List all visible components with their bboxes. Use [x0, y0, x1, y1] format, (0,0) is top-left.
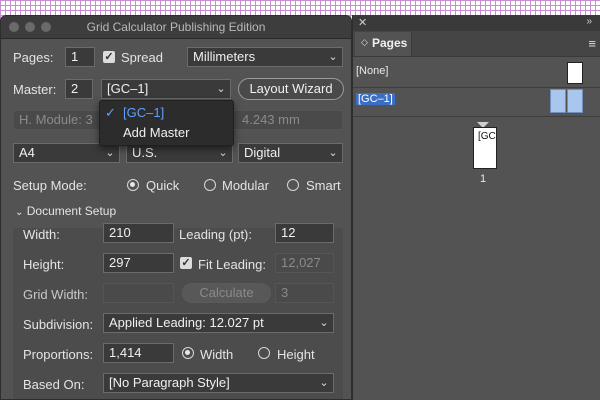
h-module-value: 4.243 mm [242, 112, 300, 127]
tab-pages[interactable]: ◇ Pages [355, 32, 412, 56]
leading-label: Leading (pt): [179, 227, 252, 242]
page-1-number: 1 [480, 173, 487, 185]
page-1-master-label: [GC [478, 131, 496, 142]
proportions-label: Proportions: [23, 347, 94, 362]
chevron-down-icon: ⌄ [218, 147, 228, 159]
calculate-value-field: 3 [275, 283, 334, 303]
collapse-panel-icon[interactable]: » [586, 16, 592, 27]
mode-quick-label: Quick [146, 178, 180, 193]
fit-leading-field: 12,027 [275, 253, 334, 273]
chevron-down-icon: ⌄ [319, 377, 329, 389]
close-panel-icon[interactable]: ✕ [358, 16, 367, 29]
master-count-field[interactable]: 2 [65, 79, 93, 99]
panel-top-bar: ✕ » [353, 15, 600, 31]
leading-field[interactable]: 12 [275, 223, 334, 243]
master-dropdown-menu: ✓ [GC–1] Add Master [99, 100, 234, 146]
masters-pages-divider [353, 116, 600, 117]
document-setup-label: Document Setup [26, 204, 117, 218]
fit-leading-label: Fit Leading: [198, 257, 266, 272]
subdivision-value: Applied Leading: 12.027 pt [109, 315, 264, 330]
mode-modular-radio[interactable] [204, 179, 216, 191]
height-field[interactable]: 297 [103, 253, 174, 273]
calculate-button[interactable]: Calculate [182, 283, 271, 303]
layout-wizard-button[interactable]: Layout Wizard [238, 78, 344, 100]
tab-pages-label: Pages [372, 36, 408, 50]
master-select-value: [GC–1] [107, 81, 149, 96]
chevron-down-icon: ⌄ [319, 317, 329, 329]
menu-item-gc-1[interactable]: ✓ [GC–1] [100, 103, 233, 123]
chevron-down-icon: ⌄ [328, 51, 338, 63]
menu-item-gc-1-label: [GC–1] [123, 105, 165, 120]
dialog-title: Grid Calculator Publishing Edition [86, 20, 266, 34]
grid-calculator-dialog: Grid Calculator Publishing Edition Pages… [0, 15, 352, 400]
master-gc-1-label[interactable]: [GC–1] [356, 93, 395, 105]
orientation-width-label: Width [200, 347, 234, 362]
master-gc-1-thumbnail-right[interactable] [567, 89, 583, 113]
width-label: Width: [23, 227, 60, 242]
output-value: Digital [244, 145, 281, 160]
subdivision-label: Subdivision: [23, 317, 94, 332]
panel-menu-icon[interactable]: ≡ [588, 36, 596, 51]
chevron-down-icon: ⌄ [105, 147, 115, 159]
h-module-text: H. Module: 3 [19, 112, 93, 127]
fit-leading-checkbox[interactable]: ✓ [180, 257, 192, 269]
region-value: U.S. [132, 145, 158, 160]
orientation-height-radio[interactable] [258, 347, 270, 359]
menu-item-add-master-label: Add Master [123, 125, 190, 140]
mode-quick-radio[interactable] [127, 179, 139, 191]
height-label: Height: [23, 257, 65, 272]
chevron-down-icon: ⌄ [216, 83, 226, 95]
units-select[interactable]: Millimeters ⌄ [187, 47, 343, 67]
units-select-value: Millimeters [193, 49, 256, 64]
grid-width-label: Grid Width: [23, 287, 89, 302]
title-bar[interactable]: Grid Calculator Publishing Edition [1, 16, 351, 39]
grid-width-field[interactable] [103, 283, 174, 303]
orientation-width-radio[interactable] [182, 347, 194, 359]
based-on-label: Based On: [23, 377, 85, 392]
based-on-select[interactable]: [No Paragraph Style] ⌄ [103, 373, 334, 393]
based-on-value: [No Paragraph Style] [109, 375, 230, 390]
pages-label: Pages: [13, 50, 54, 65]
chevron-down-icon: ⌄ [15, 207, 24, 218]
master-select[interactable]: [GC–1] ⌄ [101, 79, 231, 99]
width-field[interactable]: 210 [103, 223, 174, 243]
menu-item-add-master[interactable]: Add Master [100, 123, 233, 143]
proportions-field[interactable]: 1,414 [103, 343, 174, 363]
spread-checkbox[interactable]: ✓ [103, 51, 115, 63]
tab-toggle-icon: ◇ [361, 37, 368, 47]
paper-size-select[interactable]: A4 ⌄ [13, 143, 120, 163]
spread-label: Spread [121, 50, 163, 65]
master-divider [353, 87, 600, 88]
subdivision-select[interactable]: Applied Leading: 12.027 pt ⌄ [103, 313, 334, 333]
document-setup-toggle[interactable]: ⌄ Document Setup [15, 204, 116, 218]
mode-modular-label: Modular [222, 178, 269, 193]
page-1-thumbnail[interactable]: [GC [473, 127, 497, 169]
region-select[interactable]: U.S. ⌄ [126, 143, 233, 163]
pages-field[interactable]: 1 [65, 47, 95, 67]
master-none-thumbnail[interactable] [567, 62, 583, 84]
pages-panel: ✕ » ◇ Pages ≡ [None] [GC–1] [GC 1 [352, 15, 600, 400]
output-select[interactable]: Digital ⌄ [238, 143, 343, 163]
chevron-down-icon: ⌄ [328, 147, 338, 159]
mode-smart-radio[interactable] [287, 179, 299, 191]
mode-smart-label: Smart [306, 178, 341, 193]
orientation-height-label: Height [277, 347, 315, 362]
checkmark-icon: ✓ [105, 105, 116, 120]
paper-size-value: A4 [19, 145, 35, 160]
setup-mode-label: Setup Mode: [13, 178, 87, 193]
master-gc-1-thumbnail-left[interactable] [550, 89, 566, 113]
master-label: Master: [13, 82, 57, 97]
master-none-label[interactable]: [None] [356, 65, 388, 77]
